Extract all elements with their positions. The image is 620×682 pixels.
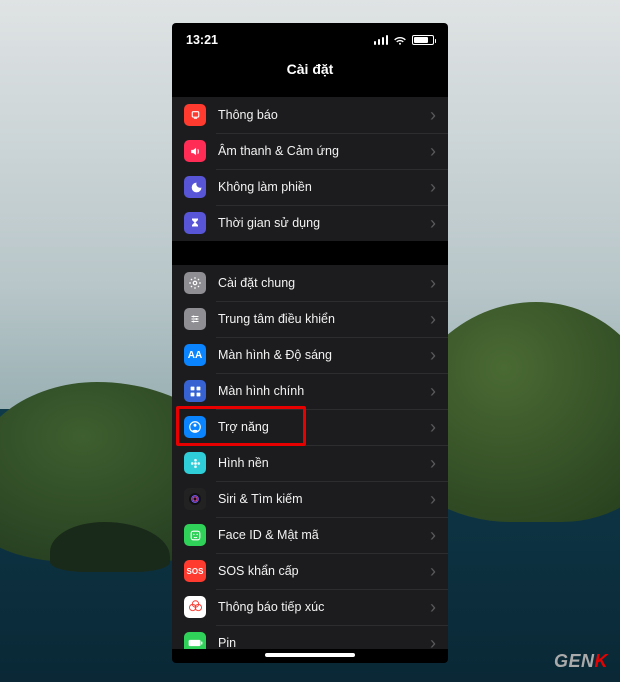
settings-list[interactable]: Thông báo›Âm thanh & Cảm ứng›Không làm p… (172, 91, 448, 649)
wallpaper-icon (184, 452, 206, 474)
row-label: Thời gian sử dụng (218, 216, 430, 230)
chevron-right-icon: › (430, 346, 436, 364)
watermark-genk: GENK (554, 651, 608, 672)
chevron-right-icon: › (430, 634, 436, 649)
row-label: Face ID & Mật mã (218, 528, 430, 542)
row-wallpaper[interactable]: Hình nền› (172, 445, 448, 481)
phone-frame: 13:21 Cài đặt Thông báo›Âm thanh & Cảm ứ… (172, 23, 448, 663)
chevron-right-icon: › (430, 106, 436, 124)
controlcenter-icon (184, 308, 206, 330)
row-display[interactable]: AA Màn hình & Độ sáng› (172, 337, 448, 373)
chevron-right-icon: › (430, 178, 436, 196)
general-icon (184, 272, 206, 294)
chevron-right-icon: › (430, 526, 436, 544)
battery-icon (184, 632, 206, 649)
row-controlcenter[interactable]: Trung tâm điều khiển› (172, 301, 448, 337)
status-indicators (374, 35, 435, 45)
row-sos[interactable]: SOS SOS khẩn cấp› (172, 553, 448, 589)
row-sounds[interactable]: Âm thanh & Cảm ứng› (172, 133, 448, 169)
row-label: Không làm phiền (218, 180, 430, 194)
row-siri[interactable]: Siri & Tìm kiếm› (172, 481, 448, 517)
row-dnd[interactable]: Không làm phiền› (172, 169, 448, 205)
row-label: Thông báo (218, 108, 430, 122)
cellular-icon (374, 35, 389, 45)
page-title: Cài đặt (172, 57, 448, 91)
row-label: SOS khẩn cấp (218, 564, 430, 578)
homescreen-icon (184, 380, 206, 402)
chevron-right-icon: › (430, 142, 436, 160)
sos-icon: SOS (184, 560, 206, 582)
row-battery[interactable]: Pin› (172, 625, 448, 649)
chevron-right-icon: › (430, 454, 436, 472)
chevron-right-icon: › (430, 214, 436, 232)
row-label: Màn hình & Độ sáng (218, 348, 430, 362)
row-homescreen[interactable]: Màn hình chính› (172, 373, 448, 409)
display-icon: AA (184, 344, 206, 366)
accessibility-icon (184, 416, 206, 438)
exposure-icon (184, 596, 206, 618)
row-label: Thông báo tiếp xúc (218, 600, 430, 614)
chevron-right-icon: › (430, 490, 436, 508)
chevron-right-icon: › (430, 382, 436, 400)
row-screentime[interactable]: Thời gian sử dụng› (172, 205, 448, 241)
status-time: 13:21 (186, 33, 218, 47)
row-exposure[interactable]: Thông báo tiếp xúc› (172, 589, 448, 625)
row-notifications[interactable]: Thông báo› (172, 97, 448, 133)
row-label: Cài đặt chung (218, 276, 430, 290)
row-label: Siri & Tìm kiếm (218, 492, 430, 506)
chevron-right-icon: › (430, 598, 436, 616)
row-label: Pin (218, 636, 430, 649)
sounds-icon (184, 140, 206, 162)
chevron-right-icon: › (430, 274, 436, 292)
wifi-icon (393, 35, 407, 45)
row-label: Trung tâm điều khiển (218, 312, 430, 326)
row-label: Hình nền (218, 456, 430, 470)
row-general[interactable]: Cài đặt chung› (172, 265, 448, 301)
settings-group: Thông báo›Âm thanh & Cảm ứng›Không làm p… (172, 97, 448, 241)
row-label: Âm thanh & Cảm ứng (218, 144, 430, 158)
status-bar: 13:21 (172, 23, 448, 57)
screentime-icon (184, 212, 206, 234)
chevron-right-icon: › (430, 418, 436, 436)
row-faceid[interactable]: Face ID & Mật mã› (172, 517, 448, 553)
faceid-icon (184, 524, 206, 546)
battery-icon (412, 35, 434, 45)
notifications-icon (184, 104, 206, 126)
siri-icon (184, 488, 206, 510)
settings-group: Cài đặt chung›Trung tâm điều khiển›AAMàn… (172, 265, 448, 649)
row-label: Màn hình chính (218, 384, 430, 398)
row-label: Trợ năng (218, 420, 430, 434)
chevron-right-icon: › (430, 310, 436, 328)
home-indicator (265, 653, 355, 657)
chevron-right-icon: › (430, 562, 436, 580)
dnd-icon (184, 176, 206, 198)
row-accessibility[interactable]: Trợ năng› (172, 409, 448, 445)
